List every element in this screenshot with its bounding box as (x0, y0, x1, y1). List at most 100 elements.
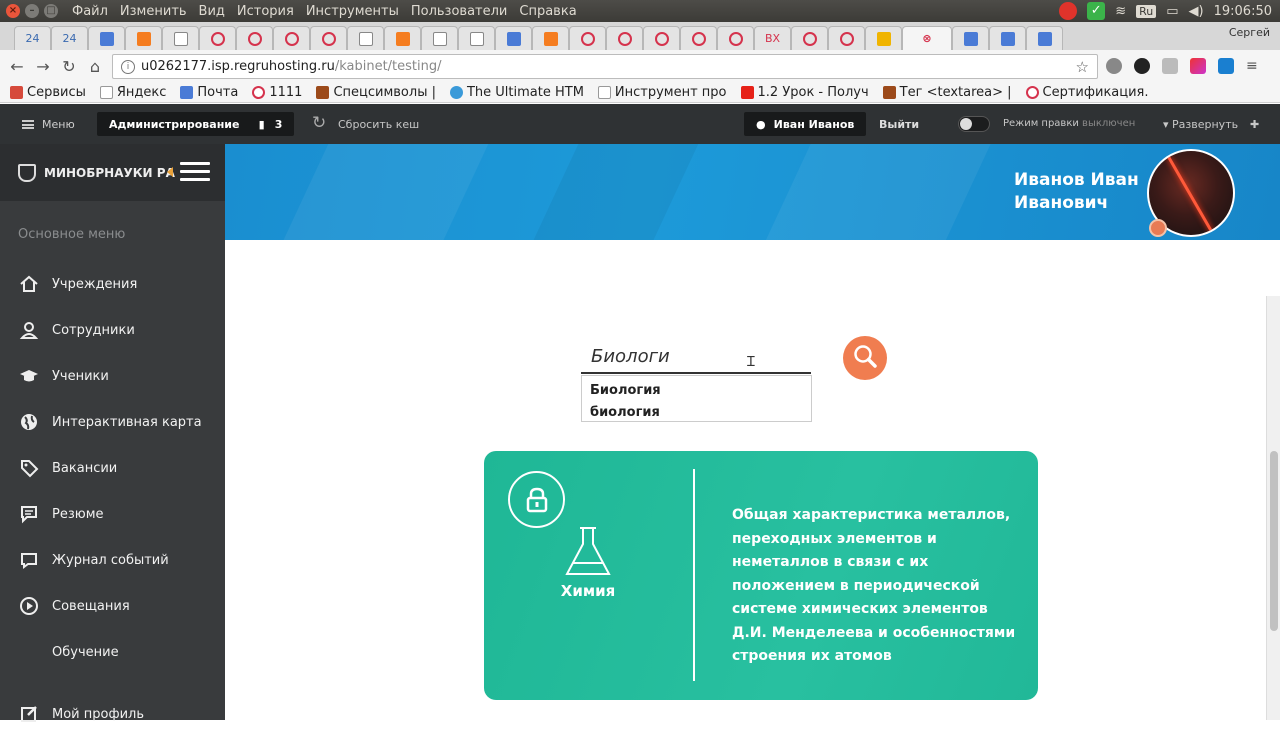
tab[interactable] (532, 26, 569, 50)
collapse-arrow-icon[interactable] (167, 167, 173, 177)
page-scrollbar[interactable] (1266, 296, 1280, 720)
home-icon[interactable]: ⌂ (82, 57, 108, 76)
sidebar-item-institutions[interactable]: Учреждения (0, 261, 225, 307)
tab[interactable] (88, 26, 125, 50)
suggestion-item[interactable]: биология (590, 402, 811, 424)
tab[interactable] (952, 26, 989, 50)
bookmark-item[interactable]: Яндекс (99, 85, 166, 100)
tab[interactable] (125, 26, 162, 50)
volume-icon[interactable]: ◀) (1189, 4, 1204, 19)
tab[interactable] (791, 26, 828, 50)
record-icon[interactable] (1059, 2, 1078, 20)
edit-mode-toggle[interactable] (958, 116, 990, 132)
tab[interactable] (273, 26, 310, 50)
wifi-icon[interactable]: ≋ (1115, 4, 1126, 19)
url-input[interactable]: i u0262177.isp.regruhosting.ru/kabinet/t… (112, 54, 1098, 79)
bookmark-item[interactable]: 1.2 Урок - Получ (740, 85, 869, 100)
tab[interactable] (384, 26, 421, 50)
suggestion-item[interactable]: Биология (590, 380, 811, 402)
tab[interactable] (865, 26, 902, 50)
user-full-name[interactable]: Иванов Иван Иванович (1014, 169, 1139, 215)
sidebar-item-map[interactable]: Интерактивная карта (0, 399, 225, 445)
refresh-icon[interactable]: ↻ (312, 113, 326, 133)
bookmark-item[interactable]: The Ultimate HTM (449, 85, 584, 100)
tab[interactable] (310, 26, 347, 50)
info-icon[interactable]: i (121, 59, 135, 74)
notifications-button[interactable]: ▮ 3 (247, 112, 294, 136)
keyboard-layout[interactable]: Ru (1136, 4, 1157, 18)
menu-tools[interactable]: Инструменты (300, 4, 405, 19)
sidebar-item-profile[interactable]: Мой профиль (0, 691, 225, 737)
extension-s-icon[interactable] (1218, 58, 1234, 74)
tab[interactable] (828, 26, 865, 50)
tab[interactable] (643, 26, 680, 50)
extension-globe-icon[interactable] (1106, 58, 1122, 74)
menu-help[interactable]: Справка (513, 4, 582, 19)
tab[interactable] (569, 26, 606, 50)
tab[interactable]: 24 (14, 26, 51, 50)
tab[interactable]: 24 (51, 26, 88, 50)
tab[interactable] (458, 26, 495, 50)
tab[interactable] (1026, 26, 1063, 50)
expand-link[interactable]: ▾ Развернуть (1163, 118, 1238, 131)
bookmark-item[interactable]: 1111 (252, 85, 302, 100)
check-icon[interactable]: ✓ (1087, 2, 1106, 20)
extension-circle-icon[interactable] (1134, 58, 1150, 74)
menu-users[interactable]: Пользователи (405, 4, 514, 19)
clock[interactable]: 19:06:50 (1214, 4, 1272, 19)
tab-active[interactable]: ⊗ (902, 26, 952, 50)
sidebar-item-training[interactable]: Обучение (0, 629, 225, 675)
reset-cache-link[interactable]: Сбросить кеш (338, 118, 419, 131)
tab[interactable] (680, 26, 717, 50)
bookmark-item[interactable]: Сервисы (10, 85, 86, 100)
tab[interactable] (717, 26, 754, 50)
admin-menu-button[interactable]: Меню (22, 118, 75, 131)
tab[interactable] (162, 26, 199, 50)
back-arrow-icon[interactable]: ← (4, 57, 30, 76)
sidebar-item-resume[interactable]: Резюме (0, 491, 225, 537)
search-input[interactable] (581, 340, 811, 374)
sidebar-item-vacancies[interactable]: Вакансии (0, 445, 225, 491)
sidebar-toggle-icon[interactable] (180, 162, 210, 182)
bookmark-item[interactable]: Инструмент про (597, 85, 727, 100)
sidebar-item-students[interactable]: Ученики (0, 353, 225, 399)
sidebar-item-meetings[interactable]: Совещания (0, 583, 225, 629)
browser-profile-name[interactable]: Сергей (1229, 26, 1270, 39)
bookmark-item[interactable]: Сертификация. (1025, 85, 1149, 100)
minimize-window-icon[interactable]: – (25, 4, 39, 18)
close-window-icon[interactable]: × (6, 4, 20, 18)
reload-icon[interactable]: ↻ (56, 57, 82, 76)
maximize-window-icon[interactable]: □ (44, 4, 58, 18)
tab[interactable] (199, 26, 236, 50)
bookmark-star-icon[interactable]: ☆ (1076, 58, 1089, 76)
search-button[interactable] (843, 336, 887, 380)
battery-icon[interactable]: ▭ (1166, 4, 1178, 19)
extension-color-icon[interactable] (1190, 58, 1206, 74)
tab[interactable] (989, 26, 1026, 50)
bookmark-item[interactable]: Тег <textarea> | (882, 85, 1012, 100)
pin-icon[interactable]: ✚ (1250, 118, 1259, 131)
forward-arrow-icon[interactable]: → (30, 57, 56, 76)
tab[interactable] (606, 26, 643, 50)
extension-puzzle-icon[interactable] (1162, 58, 1178, 74)
test-card[interactable]: Химия Общая характеристика металлов, пер… (484, 451, 1038, 700)
tab[interactable] (236, 26, 273, 50)
close-tab-icon[interactable]: ⊗ (922, 32, 931, 45)
menu-history[interactable]: История (231, 4, 300, 19)
brand-name[interactable]: МИНОБРНАУКИ РА (44, 166, 175, 180)
bookmark-item[interactable]: Почта (180, 85, 238, 100)
logout-link[interactable]: Выйти (879, 118, 919, 131)
user-button[interactable]: ● Иван Иванов (744, 112, 867, 136)
menu-edit[interactable]: Изменить (114, 4, 193, 19)
scrollbar-thumb[interactable] (1270, 451, 1278, 631)
sidebar-item-events[interactable]: Журнал событий (0, 537, 225, 583)
sidebar-item-employees[interactable]: Сотрудники (0, 307, 225, 353)
avatar-badge-icon[interactable] (1149, 219, 1167, 237)
bookmark-item[interactable]: Спецсимволы | (316, 85, 436, 100)
browser-menu-icon[interactable]: ≡ (1246, 58, 1262, 74)
tab[interactable] (495, 26, 532, 50)
administration-button[interactable]: Администрирование (97, 112, 252, 136)
tab[interactable] (421, 26, 458, 50)
tab[interactable] (347, 26, 384, 50)
menu-file[interactable]: Файл (66, 4, 114, 19)
